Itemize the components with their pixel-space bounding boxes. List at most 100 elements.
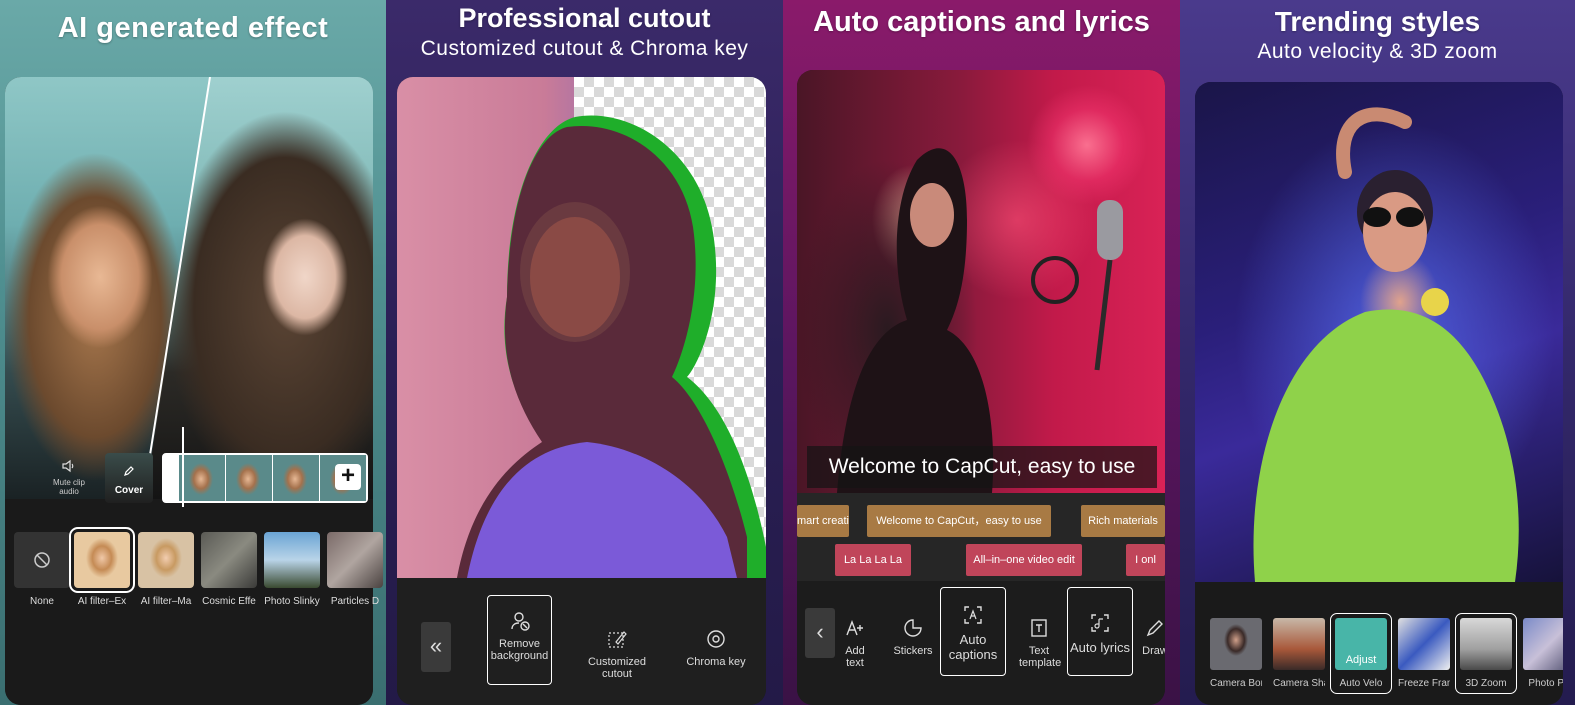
mute-label: Mute clip audio <box>52 478 85 496</box>
none-icon <box>34 552 50 568</box>
filter-thumb <box>69 527 135 593</box>
draw-button[interactable]: Draw <box>1137 617 1165 657</box>
person-remove-icon <box>510 612 530 631</box>
chroma-key-button[interactable]: Chroma key <box>681 628 751 668</box>
tool-label: Customized cutout <box>587 656 647 680</box>
filter-label: Cosmic Effe <box>202 596 256 607</box>
lyric-clip[interactable]: I onl <box>1126 544 1165 576</box>
text-template-icon <box>1031 619 1047 637</box>
panel-subheading: Auto velocity & 3D zoom <box>1257 40 1498 63</box>
singer-photo: Welcome to CapCut, easy to use <box>797 70 1165 493</box>
tool-label: Stickers <box>893 645 933 657</box>
add-clip-button[interactable]: + <box>335 464 361 490</box>
cover-label: Cover <box>114 485 144 496</box>
style-thumb <box>1273 618 1325 670</box>
filter-item-photo-slinky[interactable]: Photo Slinky <box>264 532 320 607</box>
playhead[interactable] <box>182 427 184 507</box>
filter-item-cosmic[interactable]: Cosmic Effe <box>201 532 257 607</box>
dancer-photo <box>1195 82 1563 582</box>
caption-clip[interactable]: Welcome to CapCut，easy to use <box>867 505 1051 537</box>
phone-screen <box>5 77 373 705</box>
filter-list: None AI filter–Ex AI filter–Ma Cosmic Ef… <box>0 520 383 610</box>
style-item-camera-border[interactable]: Camera Bor <box>1210 618 1262 689</box>
tool-label: Auto captions <box>948 632 998 662</box>
cutout-toolbar: « Remove background Customized cutout Ch… <box>397 578 766 705</box>
remove-background-button[interactable]: Remove background <box>487 595 552 685</box>
style-thumb: Adjust <box>1335 618 1387 670</box>
customized-cutout-button[interactable]: Customized cutout <box>582 628 652 680</box>
clip-frame <box>178 455 225 501</box>
caption-overlay[interactable]: Welcome to CapCut, easy to use <box>807 446 1157 488</box>
filter-thumb <box>327 532 383 588</box>
add-text-button[interactable]: Add text <box>835 617 875 669</box>
style-thumb <box>1460 618 1512 670</box>
auto-lyrics-icon <box>1091 614 1109 632</box>
filter-item-particles[interactable]: Particles D <box>327 532 383 607</box>
microphone-scene <box>837 148 1123 493</box>
panel-trending: Trending styles Auto velocity & 3D zoom … <box>1180 0 1575 705</box>
filter-label: Photo Slinky <box>264 596 320 607</box>
cutout-photo <box>397 77 766 578</box>
tool-label: Text template <box>1019 645 1062 669</box>
brush-icon <box>608 631 627 648</box>
pencil-icon <box>1146 620 1163 637</box>
tool-label: Draw <box>1142 645 1165 657</box>
style-label: Photo Pu <box>1528 678 1563 689</box>
style-item-camera-shake[interactable]: Camera Sha <box>1273 618 1325 689</box>
back-button[interactable]: ‹ <box>805 608 835 658</box>
panel-heading: Professional cutout <box>458 3 711 33</box>
clip-frame <box>272 455 319 501</box>
lyric-clip[interactable]: La La La La <box>835 544 911 576</box>
auto-captions-button[interactable]: Auto captions <box>940 587 1006 676</box>
filter-label: Particles D <box>330 596 380 607</box>
style-thumb <box>1398 618 1450 670</box>
panel-heading: Auto captions and lyrics <box>813 6 1150 38</box>
lyric-clip[interactable]: All–in–one video edit <box>966 544 1082 576</box>
style-label: Camera Bor <box>1210 678 1262 689</box>
panel-cutout: Professional cutout Customized cutout & … <box>386 0 783 705</box>
filter-item-ai-ma[interactable]: AI filter–Ma <box>138 532 194 607</box>
text-template-button[interactable]: Text template <box>1019 617 1062 669</box>
pencil-icon <box>124 466 134 476</box>
speaker-icon <box>62 459 74 473</box>
caption-clip[interactable]: Rich materials <box>1081 505 1165 537</box>
style-item-freeze-frame[interactable]: Freeze Fran <box>1398 618 1450 689</box>
stickers-button[interactable]: Stickers <box>893 617 933 657</box>
panel-captions: Auto captions and lyrics Welcome to CapC… <box>783 0 1180 705</box>
style-label: 3D Zoom <box>1465 678 1507 689</box>
split-divider <box>142 77 211 499</box>
style-label: Auto Velo <box>1339 678 1383 689</box>
filter-label: AI filter–Ex <box>77 596 127 607</box>
filter-item-none[interactable]: None <box>14 532 70 607</box>
filter-thumb <box>264 532 320 588</box>
mute-clip-audio-button[interactable]: Mute clip audio <box>45 458 93 496</box>
filter-thumb <box>201 532 257 588</box>
style-label: Camera Sha <box>1273 678 1325 689</box>
style-label: Freeze Fran <box>1398 678 1450 689</box>
tool-label: Chroma key <box>686 656 746 668</box>
text-toolbar: ‹ Add text Stickers Auto captions Text t… <box>797 581 1165 705</box>
style-item-auto-velocity[interactable]: Adjust Auto Velo <box>1330 613 1392 694</box>
adjust-label: Adjust <box>1345 654 1377 666</box>
tool-label: Add text <box>845 645 865 669</box>
phone-screen: Camera Bor Camera Sha Adjust Auto Velo F… <box>1195 82 1563 705</box>
tool-label: Auto lyrics <box>1070 640 1130 655</box>
panel-heading: Trending styles <box>1274 6 1481 37</box>
auto-lyrics-button[interactable]: Auto lyrics <box>1067 587 1133 676</box>
caption-clip[interactable]: mart creatio <box>797 505 849 537</box>
style-item-photo-pulse[interactable]: Photo Pu <box>1523 618 1563 689</box>
style-list: Camera Bor Camera Sha Adjust Auto Velo F… <box>1195 600 1563 705</box>
panel-ai-effect: AI generated effect Mute clip audio Cove… <box>0 0 386 705</box>
cover-button[interactable]: Cover <box>105 453 153 503</box>
phone-screen: « Remove background Customized cutout Ch… <box>397 77 766 705</box>
panel-heading: AI generated effect <box>57 12 329 44</box>
filter-thumb <box>14 532 70 588</box>
filter-item-ai-ex[interactable]: AI filter–Ex <box>69 527 135 607</box>
collapse-button[interactable]: « <box>421 622 451 672</box>
trim-handle[interactable] <box>164 455 178 501</box>
tool-label: Remove background <box>490 638 549 662</box>
style-item-3d-zoom[interactable]: 3D Zoom <box>1455 613 1517 694</box>
ai-comparison-photo <box>5 77 373 499</box>
filter-thumb <box>138 532 194 588</box>
caption-tracks: mart creatio Welcome to CapCut，easy to u… <box>797 493 1165 581</box>
